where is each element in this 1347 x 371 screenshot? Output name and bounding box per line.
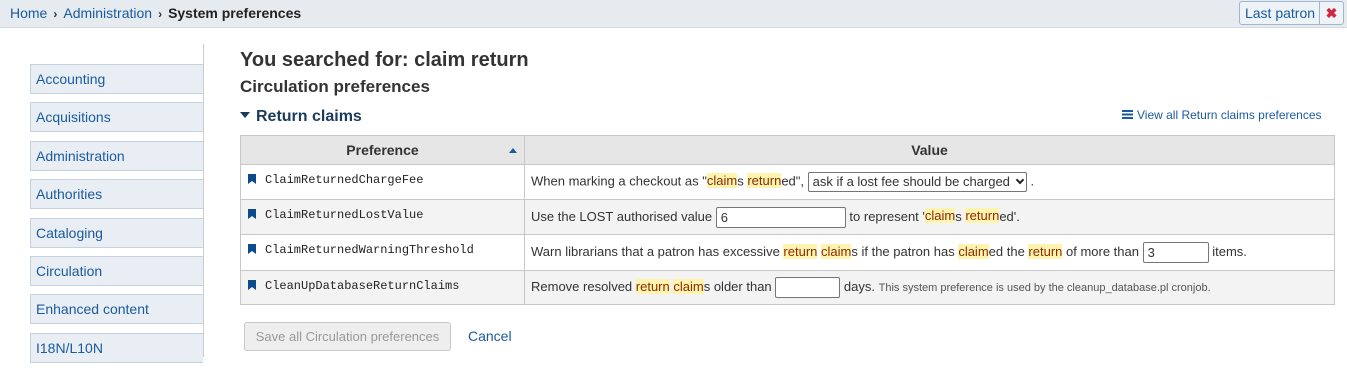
value-text: Warn librarians that a patron has excess… <box>531 243 784 259</box>
preference-name-cell: ClaimReturnedChargeFee <box>240 164 525 200</box>
breadcrumb-home-link[interactable]: Home <box>10 5 47 21</box>
chevron-down-icon <box>1015 175 1025 185</box>
value-text: s <box>737 173 748 189</box>
value-text: ed the <box>988 243 1029 259</box>
value-text: to represent ' <box>849 208 925 224</box>
column-header-value[interactable]: Value <box>524 135 1335 165</box>
preference-name-cell: CleanUpDatabaseReturnClaims <box>240 270 525 305</box>
search-highlight: claim <box>821 243 852 259</box>
group-heading[interactable]: Return claims <box>240 108 362 126</box>
sort-ascending-icon <box>509 148 517 153</box>
value-text: s older than <box>703 278 772 294</box>
breadcrumb-administration-link[interactable]: Administration <box>63 5 152 21</box>
cleanup-days-input[interactable] <box>775 277 841 298</box>
save-all-button[interactable]: Save all Circulation preferences <box>244 322 451 351</box>
value-text: ed", <box>781 173 804 189</box>
search-highlight: return <box>965 208 1000 224</box>
section-heading: Circulation preferences <box>240 77 430 96</box>
preference-value-cell: Use the LOST authorised value 6 to repre… <box>524 199 1335 235</box>
warning-threshold-input[interactable]: 3 <box>1142 242 1209 263</box>
table-row: ClaimReturnedChargeFee When marking a ch… <box>240 164 1335 200</box>
caret-down-icon <box>240 112 250 118</box>
view-all-link[interactable]: View all Return claims preferences <box>1122 108 1322 122</box>
value-text: s if the patron has <box>851 243 959 259</box>
list-icon <box>1122 110 1133 119</box>
sidebar-item-authorities[interactable]: Authorities <box>30 179 203 210</box>
preference-value-cell: Warn librarians that a patron has excess… <box>524 234 1335 271</box>
cancel-link[interactable]: Cancel <box>468 328 512 344</box>
sidebar-item-i18n-l10n[interactable]: I18N/L10N <box>30 332 203 363</box>
preferences-table: Preference Value ClaimReturnedChargeFee … <box>240 135 1335 305</box>
value-text: ed'. <box>999 208 1020 224</box>
value-text: When marking a checkout as " <box>531 173 707 189</box>
preference-name-cell: ClaimReturnedLostValue <box>240 199 525 235</box>
sidebar-item-administration[interactable]: Administration <box>30 140 203 171</box>
search-highlight: claim <box>706 173 738 189</box>
bookmark-icon[interactable] <box>248 244 256 254</box>
search-highlight: claim <box>673 278 704 294</box>
sidebar-item-acquisitions[interactable]: Acquisitions <box>30 102 203 133</box>
search-highlight: claim <box>924 208 956 224</box>
value-text: of more than <box>1062 243 1139 259</box>
preference-name: CleanUpDatabaseReturnClaims <box>265 279 460 293</box>
last-patron-button[interactable]: Last patron <box>1239 1 1321 25</box>
table-row: ClaimReturnedWarningThreshold Warn libra… <box>240 234 1335 271</box>
value-text: Remove resolved <box>531 278 636 294</box>
lost-value-input[interactable]: 6 <box>715 206 846 228</box>
search-highlight: claim <box>958 243 989 259</box>
value-text: . <box>1030 173 1035 189</box>
search-heading: You searched for: claim return <box>240 49 529 71</box>
value-text: Use the LOST authorised value <box>531 208 713 224</box>
table-row: ClaimReturnedLostValue Use the LOST auth… <box>240 199 1335 235</box>
preference-value-cell: Remove resolved return claims older than… <box>524 270 1335 305</box>
preference-name: ClaimReturnedChargeFee <box>265 173 424 187</box>
view-all-label: View all Return claims preferences <box>1137 108 1322 122</box>
bookmark-icon[interactable] <box>248 209 256 219</box>
select-value: ask if a lost fee should be charged <box>812 174 1010 189</box>
preference-name-cell: ClaimReturnedWarningThreshold <box>240 234 525 271</box>
value-text: s <box>955 208 966 224</box>
breadcrumb-separator: › <box>53 7 58 21</box>
breadcrumb-separator: › <box>158 7 163 21</box>
preference-name: ClaimReturnedWarningThreshold <box>265 243 474 257</box>
preference-note: This system preference is used by the cl… <box>878 281 1211 294</box>
group-heading-label: Return claims <box>256 108 362 125</box>
bookmark-icon[interactable] <box>248 174 256 184</box>
sidebar-item-cataloging[interactable]: Cataloging <box>30 217 203 248</box>
sidebar-divider <box>203 44 204 357</box>
column-header-label: Preference <box>346 142 419 158</box>
admin-sidebar: Accounting Acquisitions Administration A… <box>30 64 203 371</box>
column-header-preference[interactable]: Preference <box>240 135 525 165</box>
sidebar-item-enhanced-content[interactable]: Enhanced content <box>30 294 203 325</box>
preference-value-cell: When marking a checkout as "claims retur… <box>524 164 1335 200</box>
sidebar-item-circulation[interactable]: Circulation <box>30 255 203 286</box>
bookmark-icon[interactable] <box>248 280 256 290</box>
table-row: CleanUpDatabaseReturnClaims Remove resol… <box>240 270 1335 305</box>
preference-name: ClaimReturnedLostValue <box>265 208 424 222</box>
sidebar-item-accounting[interactable]: Accounting <box>30 64 203 94</box>
breadcrumb-current: System preferences <box>168 5 302 21</box>
top-bar: Home › Administration › System preferences L… <box>0 0 1347 28</box>
search-highlight: return <box>1028 243 1063 259</box>
close-icon[interactable]: ✖ <box>1319 1 1344 25</box>
search-highlight: return <box>783 243 818 259</box>
search-highlight: return <box>635 278 670 294</box>
value-text: days. <box>843 278 875 294</box>
search-highlight: return <box>747 173 782 189</box>
value-text: items. <box>1212 243 1247 259</box>
charge-fee-select[interactable]: ask if a lost fee should be charged <box>807 172 1027 192</box>
breadcrumb: Home › Administration › System preferences <box>10 5 301 21</box>
